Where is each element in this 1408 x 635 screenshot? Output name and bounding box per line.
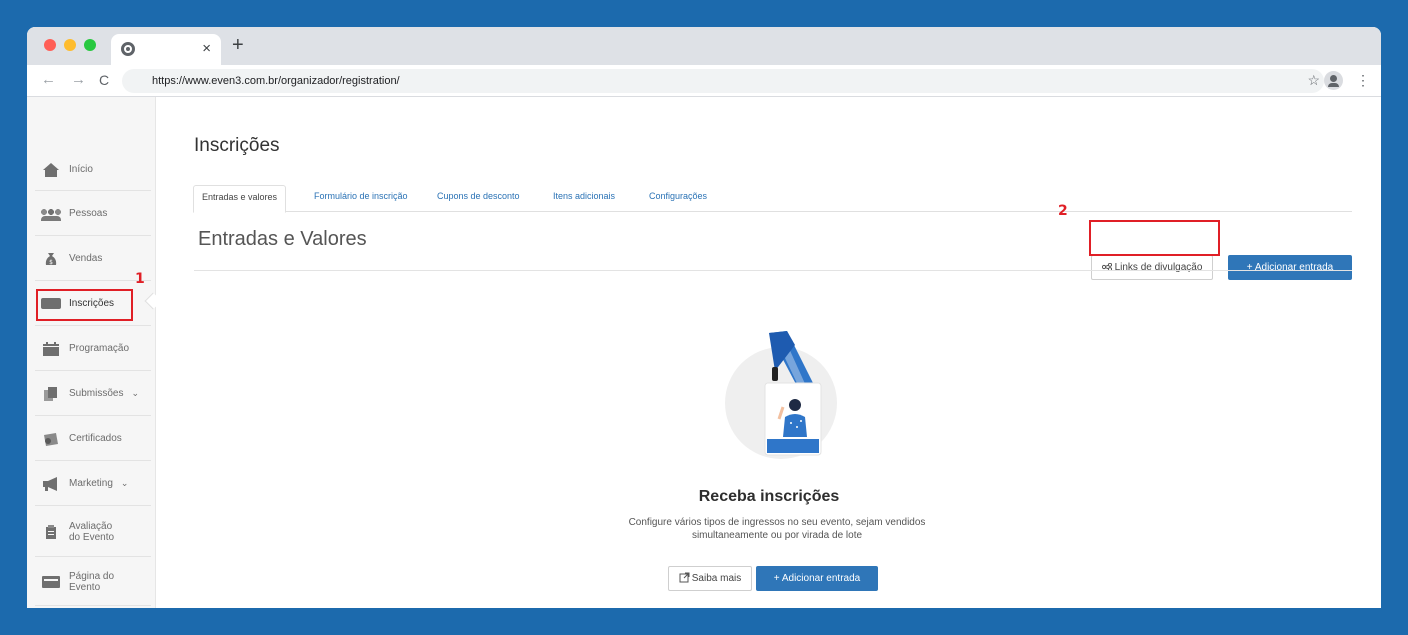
chevron-down-icon[interactable]: ⌄	[121, 478, 129, 489]
home-icon	[41, 162, 61, 177]
money-bag-icon: $	[41, 252, 61, 266]
tab-configuracoes[interactable]: Configurações	[641, 185, 715, 212]
sidebar: Início Pessoas $ Vendas Inscrições Progr…	[27, 97, 162, 608]
empty-state-description: Configure vários tipos de ingressos no s…	[577, 516, 977, 542]
section-divider	[194, 270, 1352, 271]
webpage-icon	[41, 575, 61, 589]
browser-titlebar: × +	[27, 27, 1381, 65]
tab-close-icon[interactable]: ×	[202, 40, 211, 57]
learn-more-label: Saiba mais	[691, 573, 742, 584]
svg-text:$: $	[49, 259, 53, 266]
tab-entradas-valores[interactable]: Entradas e valores	[193, 185, 287, 213]
address-bar-row: ← → C https://www.even3.com.br/organizad…	[27, 65, 1381, 97]
sidebar-item-vendas[interactable]: $ Vendas	[35, 237, 151, 281]
links-divulgacao-button[interactable]: Links de divulgação	[1091, 255, 1213, 280]
reload-button[interactable]: C	[99, 72, 109, 88]
links-divulgacao-label: Links de divulgação	[1114, 262, 1203, 273]
sidebar-item-label: Programação	[69, 343, 130, 354]
maximize-window-button[interactable]	[84, 39, 96, 51]
sidebar-item-label: Submissões	[69, 388, 124, 399]
close-window-button[interactable]	[44, 39, 56, 51]
sidebar-item-label-line2: Evento	[69, 581, 101, 593]
sidebar-item-pessoas[interactable]: Pessoas	[35, 192, 151, 236]
annotation-number-1: 1	[135, 271, 145, 287]
sidebar-item-submissoes[interactable]: Submissões ⌄	[35, 372, 151, 416]
sidebar-item-pagina-evento[interactable]: Página do Evento	[35, 558, 151, 606]
chevron-down-icon[interactable]: ⌄	[131, 388, 139, 399]
profile-avatar-icon[interactable]	[1324, 71, 1343, 90]
sidebar-item-label-line1: Página do	[69, 570, 115, 582]
minimize-window-button[interactable]	[64, 39, 76, 51]
forward-button[interactable]: →	[71, 71, 86, 88]
share-icon	[1101, 262, 1112, 273]
sidebar-item-label: Marketing	[69, 478, 113, 489]
empty-state-description-line1: Configure vários tipos de ingressos no s…	[628, 517, 926, 528]
sidebar-item-label: Certificados	[69, 433, 122, 444]
sidebar-item-label: Página do Evento	[69, 571, 114, 593]
sidebar-item-inicio[interactable]: Início	[35, 149, 151, 191]
empty-state-title: Receba inscrições	[698, 488, 840, 505]
chrome-icon	[121, 42, 135, 56]
sidebar-item-label: Avaliação do Evento	[69, 521, 114, 543]
annotation-highlight-1	[36, 289, 133, 321]
url-text[interactable]: https://www.even3.com.br/organizador/reg…	[152, 75, 400, 87]
back-button[interactable]: ←	[41, 71, 56, 88]
sidebar-item-label-line2: do Evento	[69, 531, 115, 543]
new-tab-button[interactable]: +	[232, 34, 244, 57]
badge-illustration	[725, 331, 837, 459]
sidebar-item-label: Início	[69, 164, 93, 175]
clipboard-icon	[41, 524, 61, 539]
calendar-icon	[41, 341, 61, 356]
annotation-number-2: 2	[1058, 203, 1068, 219]
certificate-icon	[41, 432, 61, 446]
url-bar[interactable]: https://www.even3.com.br/organizador/reg…	[122, 69, 1324, 93]
tab-cupons-desconto[interactable]: Cupons de desconto	[429, 185, 528, 212]
people-icon	[41, 207, 61, 221]
external-link-icon	[679, 572, 690, 586]
megaphone-icon	[41, 476, 61, 491]
documents-icon	[41, 386, 61, 401]
sidebar-item-certificados[interactable]: Certificados	[35, 417, 151, 461]
tab-formulario-inscricao[interactable]: Formulário de inscrição	[306, 185, 416, 212]
tab-itens-adicionais[interactable]: Itens adicionais	[545, 185, 623, 212]
annotation-highlight-2	[1089, 220, 1220, 256]
browser-menu-icon[interactable]: ⋮	[1356, 72, 1370, 89]
bookmark-star-icon[interactable]: ☆	[1307, 72, 1320, 89]
tab-bar: Entradas e valores Formulário de inscriç…	[193, 185, 1352, 213]
sidebar-item-programacao[interactable]: Programação	[35, 327, 151, 371]
learn-more-button[interactable]: Saiba mais	[668, 566, 752, 591]
sidebar-item-marketing[interactable]: Marketing ⌄	[35, 462, 151, 506]
empty-add-entry-button[interactable]: + Adicionar entrada	[756, 566, 878, 591]
sidebar-item-label: Pessoas	[69, 208, 108, 219]
add-entry-button[interactable]: + Adicionar entrada	[1228, 255, 1352, 280]
browser-tab[interactable]: ×	[111, 34, 221, 65]
sidebar-item-label: Vendas	[69, 253, 103, 264]
browser-window: × + ← → C https://www.even3.com.br/organ…	[27, 27, 1381, 608]
section-title: Entradas e Valores	[198, 228, 367, 250]
sidebar-item-avaliacao[interactable]: Avaliação do Evento	[35, 507, 151, 557]
sidebar-item-label-line1: Avaliação	[69, 520, 113, 532]
empty-state-description-line2: simultaneamente ou por virada de lote	[691, 530, 863, 541]
page-title: Inscrições	[194, 135, 280, 156]
main-content: Inscrições Entradas e valores Formulário…	[157, 97, 1381, 608]
